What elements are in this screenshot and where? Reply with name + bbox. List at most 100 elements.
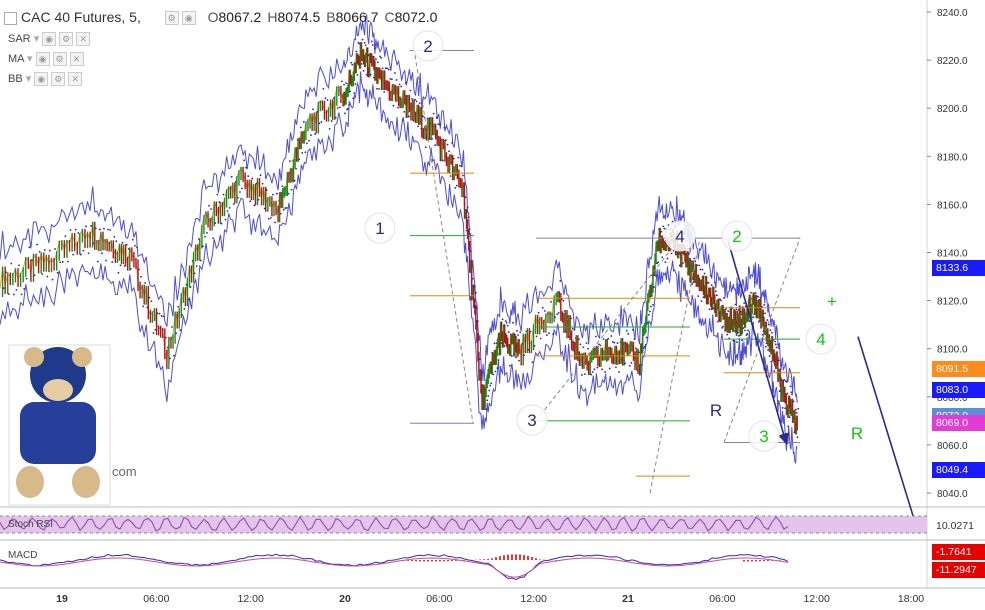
sar-dot bbox=[737, 331, 739, 334]
sar-dot bbox=[471, 277, 474, 280]
sar-dot bbox=[208, 204, 210, 207]
sar-dot bbox=[46, 275, 49, 278]
wave-label: + bbox=[827, 292, 837, 311]
sar-dot bbox=[554, 316, 557, 318]
sar-dot bbox=[515, 356, 517, 359]
price-chart[interactable]: 8040.08060.08080.08100.08120.08140.08160… bbox=[0, 0, 985, 610]
stoch-rsi-band bbox=[0, 516, 927, 533]
y-tick-label: 8160.0 bbox=[937, 200, 968, 211]
settings-icon[interactable]: ⚙ bbox=[52, 52, 67, 67]
y-tick-label: 8120.0 bbox=[937, 297, 968, 308]
sar-dot bbox=[781, 406, 784, 409]
x-tick-label: 20 bbox=[339, 593, 351, 605]
sar-dot bbox=[111, 261, 114, 263]
sar-dot bbox=[363, 41, 366, 44]
sar-dot bbox=[645, 336, 648, 339]
y-tick-label: 8140.0 bbox=[937, 249, 968, 260]
sar-dot bbox=[361, 38, 364, 41]
sar-dot bbox=[140, 275, 142, 278]
sar-dot bbox=[54, 248, 56, 250]
sar-dot bbox=[657, 261, 660, 263]
sar-dot bbox=[785, 380, 788, 383]
eye-icon[interactable]: ◉ bbox=[34, 72, 49, 87]
wave-label: R bbox=[851, 424, 863, 443]
sar-dot bbox=[384, 67, 387, 70]
bear-ear bbox=[72, 347, 92, 367]
indicator-ma[interactable]: MA ▾ ◉ ⚙ ✕ bbox=[8, 52, 84, 67]
watermark-text: com bbox=[112, 464, 137, 479]
settings-icon[interactable]: ⚙ bbox=[59, 32, 74, 47]
sar-dot bbox=[473, 285, 476, 288]
settings-icon[interactable]: ⚙ bbox=[164, 11, 179, 26]
sar-dot bbox=[401, 119, 404, 121]
close-icon[interactable]: ✕ bbox=[76, 32, 91, 47]
sar-dot bbox=[400, 85, 403, 88]
eye-icon[interactable]: ◉ bbox=[42, 32, 57, 47]
sar-dot bbox=[746, 333, 749, 335]
chart-header: CAC 40 Futures, 5, ⚙ ◉ O8067.2 H8074.5 B806… bbox=[4, 9, 437, 31]
sar-dot bbox=[375, 58, 377, 61]
sar-dot bbox=[138, 268, 140, 271]
sar-dot bbox=[512, 321, 514, 324]
symbol-title[interactable]: CAC 40 Futures, 5, bbox=[21, 9, 141, 25]
sar-dot bbox=[344, 112, 346, 115]
sar-dot bbox=[604, 371, 606, 374]
bear-leg bbox=[16, 466, 44, 498]
sar-dot bbox=[508, 364, 511, 367]
chevron-down-icon[interactable]: ▾ bbox=[34, 33, 40, 45]
close-icon[interactable]: ✕ bbox=[68, 72, 83, 87]
sar-dot bbox=[267, 217, 270, 220]
sar-dot bbox=[189, 286, 192, 288]
y-tick-label: 8040.0 bbox=[937, 489, 968, 500]
close-icon[interactable]: ✕ bbox=[69, 52, 84, 67]
sar-dot bbox=[700, 300, 703, 303]
sar-dot bbox=[570, 317, 573, 320]
eye-icon[interactable]: ◉ bbox=[181, 11, 196, 26]
sar-dot bbox=[173, 354, 175, 357]
sar-dot bbox=[454, 186, 457, 189]
bear-muzzle bbox=[43, 379, 73, 401]
price-label: 8069.0 bbox=[932, 415, 985, 432]
sar-dot bbox=[249, 200, 252, 203]
sar-dot bbox=[397, 106, 399, 109]
chevron-down-icon[interactable]: ▾ bbox=[26, 73, 32, 85]
sar-dot bbox=[775, 346, 778, 349]
sar-dot bbox=[543, 310, 546, 312]
x-tick-label: 18:00 bbox=[898, 593, 924, 605]
sar-dot bbox=[418, 102, 421, 105]
ohlc-values: O8067.2 H8074.5 B8066.7 C8072.0 bbox=[200, 9, 438, 25]
sar-dot bbox=[312, 108, 314, 111]
sar-dot bbox=[390, 78, 393, 81]
sar-dot bbox=[334, 116, 337, 119]
sar-dot bbox=[661, 256, 664, 259]
sar-dot bbox=[431, 137, 433, 140]
chevron-down-icon[interactable]: ▾ bbox=[27, 53, 33, 65]
x-tick-label: 19 bbox=[56, 593, 68, 605]
bear-leg bbox=[72, 466, 100, 498]
settings-icon[interactable]: ⚙ bbox=[51, 72, 66, 87]
sar-dot bbox=[632, 329, 634, 331]
eye-icon[interactable]: ◉ bbox=[35, 52, 50, 67]
sar-dot bbox=[748, 320, 751, 323]
sar-dot bbox=[82, 249, 85, 252]
sar-dot bbox=[158, 312, 161, 315]
sar-dot bbox=[407, 115, 410, 118]
collapse-icon[interactable] bbox=[4, 11, 17, 25]
sar-dot bbox=[552, 333, 554, 336]
sar-dot bbox=[74, 228, 77, 231]
sar-dot bbox=[90, 225, 93, 227]
sar-dot bbox=[28, 246, 31, 249]
sar-dot bbox=[345, 82, 347, 84]
sar-dot bbox=[356, 74, 359, 76]
sar-dot bbox=[87, 252, 90, 255]
sar-dot bbox=[274, 221, 276, 224]
sar-dot bbox=[5, 271, 8, 274]
sar-dot bbox=[506, 324, 509, 327]
sar-dot bbox=[386, 67, 389, 70]
indicator-sar[interactable]: SAR ▾ ◉ ⚙ ✕ bbox=[8, 32, 91, 47]
sar-dot bbox=[777, 343, 780, 346]
sar-dot bbox=[304, 151, 307, 154]
sar-dot bbox=[129, 268, 132, 270]
sar-dot bbox=[299, 126, 302, 129]
indicator-bb[interactable]: BB ▾ ◉ ⚙ ✕ bbox=[8, 72, 83, 87]
